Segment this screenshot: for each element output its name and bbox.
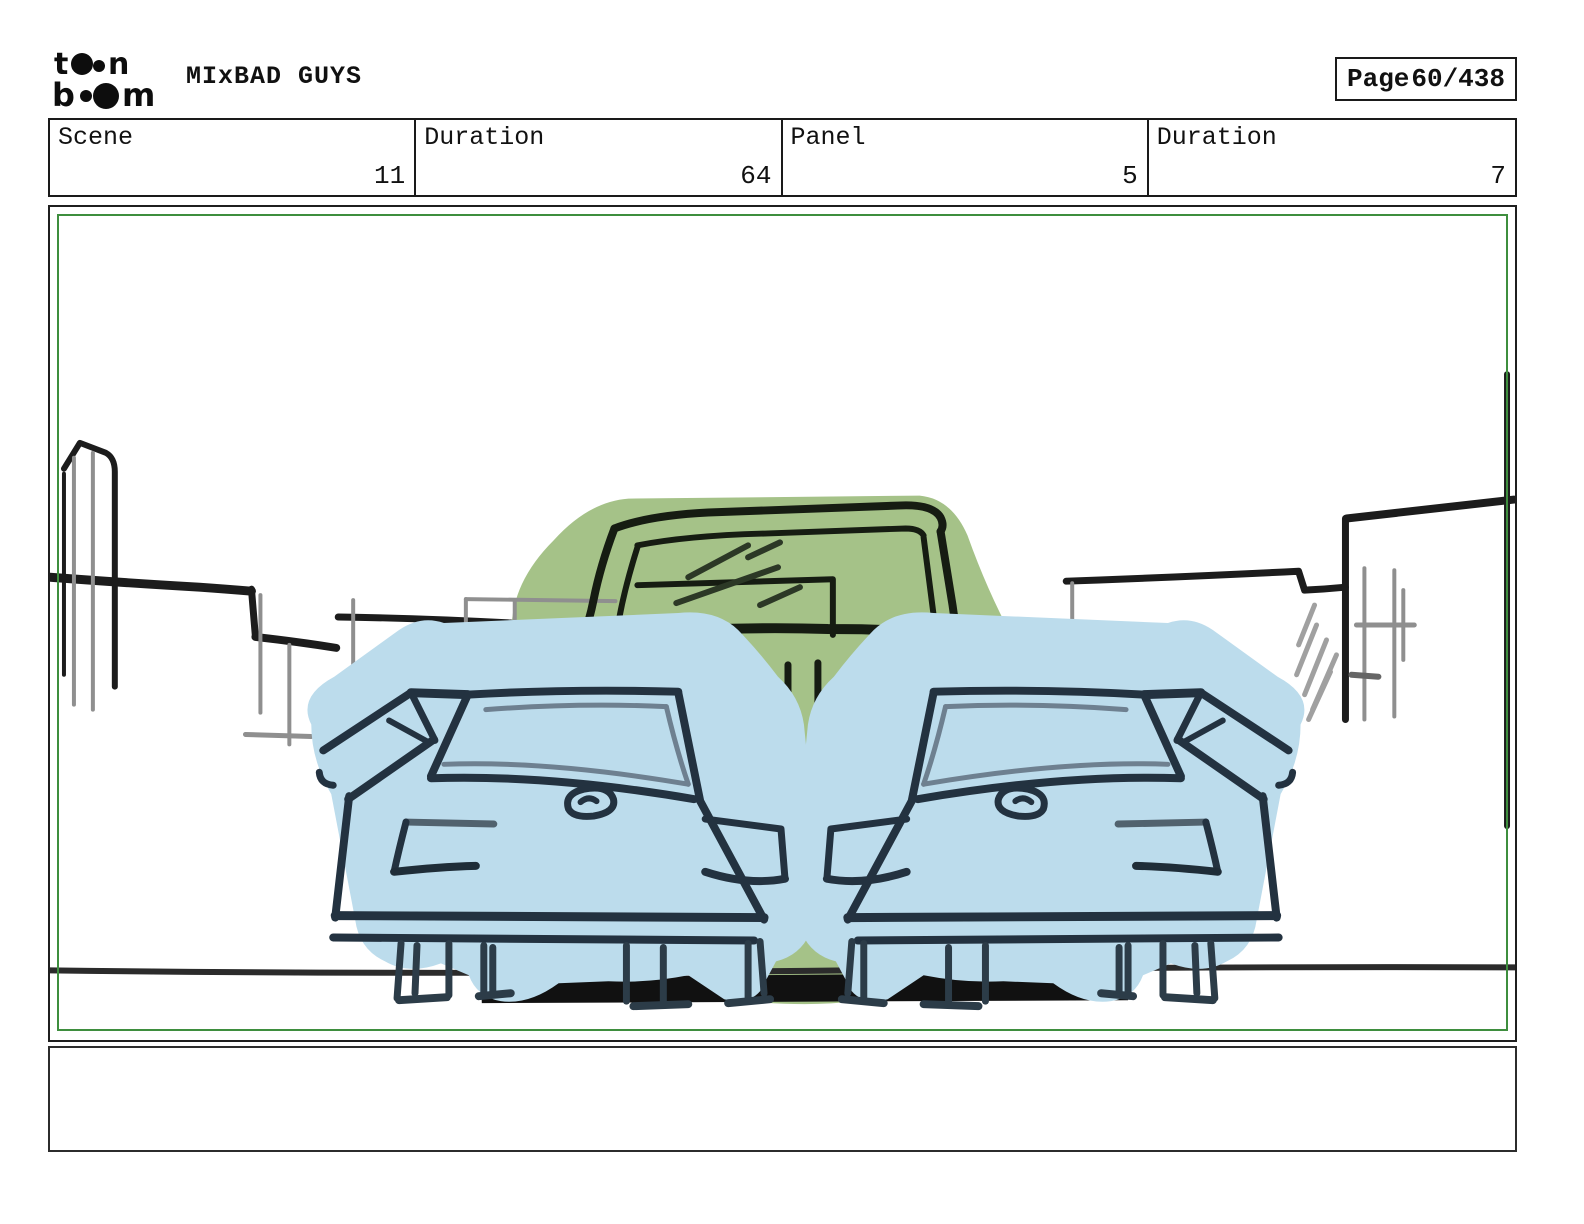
storyboard-sketch [50,371,1515,1040]
storyboard-page: t n b m MIxBAD GUYS Page 60/438 Scene 11… [0,0,1584,1224]
toonboom-logo: t n b m [52,47,155,114]
logo-letter-b: b [52,76,75,114]
blue-car-right [793,612,1304,1006]
scene-duration-label: Duration [424,123,545,152]
panel-duration-value: 7 [1490,161,1506,191]
cell-scene: Scene 11 [50,120,417,195]
scene-label: Scene [58,123,134,152]
cell-panel-duration: Duration 7 [1149,120,1515,195]
cell-panel: Panel 5 [783,120,1149,195]
page-number-box: Page 60/438 [1335,57,1517,101]
scene-value: 11 [374,161,406,191]
panel-value: 5 [1122,161,1138,191]
logo-letter-m: m [122,76,155,114]
cell-scene-duration: Duration 64 [416,120,783,195]
logo-dot-small-1 [93,60,105,72]
blue-car [307,612,819,1011]
logo-dot-small-2 [80,90,92,102]
panel-info-table: Scene 11 Duration 64 Panel 5 Duration 7 [48,118,1517,197]
scene-duration-value: 64 [740,161,772,191]
storyboard-panel [48,205,1517,1042]
panel-duration-label: Duration [1156,123,1277,152]
logo-dot-large-1 [71,53,93,75]
page-label: Page [1347,64,1410,94]
panel-label: Panel [790,123,866,152]
logo-dot-large-2 [93,83,119,109]
page-value: 60/438 [1411,64,1505,94]
caption-box [48,1046,1517,1152]
project-title: MIxBAD GUYS [186,62,363,91]
